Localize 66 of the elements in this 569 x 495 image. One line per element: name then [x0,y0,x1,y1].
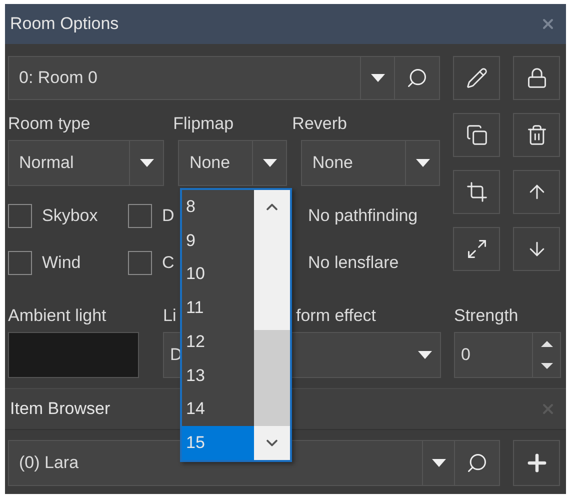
checkbox[interactable] [128,204,152,228]
dropdown-field[interactable]: None [301,140,440,186]
checkbox[interactable] [8,204,32,228]
item-value: (0) Lara [18,452,79,474]
field-value: None [311,152,354,174]
spin-down-icon [540,363,552,369]
dropdown-arrow-icon [432,459,446,467]
trash-button[interactable] [513,113,560,157]
dropdown-arrow-icon [416,159,430,167]
checkbox-label: No lensflare [308,253,399,273]
list-item[interactable]: 9 [182,224,254,258]
checkbox[interactable] [8,251,32,275]
resize-button[interactable] [453,227,500,271]
room-value: 0: Room 0 [18,67,98,89]
checkbox-label: D [162,206,174,226]
dropdown-arrow-icon [370,74,384,82]
arrow-up-button[interactable] [513,170,560,214]
strength-spinner[interactable]: 0 [454,332,561,378]
crop-button[interactable] [453,170,500,214]
dropdown-arrow-icon [140,159,154,167]
checkbox-label: No pathfinding [308,206,418,226]
crop-icon [466,181,488,203]
scroll-thumb[interactable] [254,330,290,426]
panel-title: Item Browser [10,399,110,419]
field-label: Li [163,306,178,326]
add-button[interactable] [513,440,560,486]
field-label: Strength [454,306,520,326]
pencil-icon [466,67,488,89]
list-item[interactable]: 14 [182,392,254,426]
arrow-down-button[interactable] [513,227,560,271]
field-label: Room type [8,114,92,134]
lock-icon [526,67,548,89]
copy-button[interactable] [453,113,500,157]
copy-icon [466,124,488,146]
search-icon [406,67,428,89]
field-label: Flipmap [173,114,235,134]
checkbox-label: Skybox [42,206,98,226]
dropdown-arrow-icon [418,351,432,359]
checkbox-label: C [162,253,174,273]
field-value: Normal [18,152,74,174]
list-item[interactable]: 10 [182,258,254,292]
lock-button[interactable] [513,56,560,100]
resize-icon [466,238,488,260]
checkbox[interactable] [128,251,152,275]
list-item[interactable]: 13 [182,358,254,392]
list-item[interactable]: 11 [182,291,254,325]
trash-icon [526,124,548,146]
color-swatch[interactable] [8,332,139,378]
field-label: form effect [295,306,377,326]
field-label: Ambient light [8,306,108,326]
pencil-button[interactable] [453,56,500,100]
spinner-value: 0 [460,344,470,366]
spin-up-icon [540,341,552,347]
field-label: Reverb [292,114,348,134]
list-item[interactable]: 12 [182,325,254,359]
dropdown-field[interactable]: Normal [8,140,164,186]
search-icon [466,452,488,474]
list-item[interactable]: 8 [182,190,254,224]
scrollbar[interactable] [254,190,290,460]
dropdown-arrow-icon [262,159,277,167]
dropdown-field[interactable]: None [178,140,288,186]
list-item[interactable]: 15 [182,426,254,460]
room-selector[interactable]: 0: Room 0 [8,56,440,100]
window-title: Room Options [10,14,119,34]
checkbox-label: Wind [42,253,81,273]
field-value: None [188,152,230,174]
